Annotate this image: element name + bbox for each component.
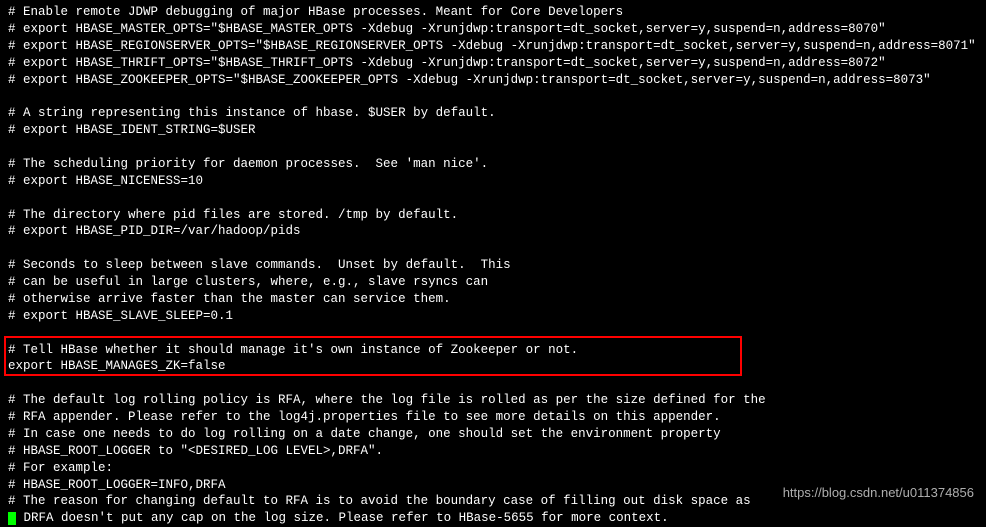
terminal-line: # HBASE_ROOT_LOGGER to "<DESIRED_LOG LEV…: [8, 443, 978, 460]
terminal-line: # In case one needs to do log rolling on…: [8, 426, 978, 443]
terminal-line: [8, 240, 978, 257]
terminal-line: # Tell HBase whether it should manage it…: [8, 342, 978, 359]
terminal-line: # can be useful in large clusters, where…: [8, 274, 978, 291]
terminal-line: # The scheduling priority for daemon pro…: [8, 156, 978, 173]
terminal-line: # export HBASE_SLAVE_SLEEP=0.1: [8, 308, 978, 325]
terminal-line: # Seconds to sleep between slave command…: [8, 257, 978, 274]
terminal-line: [8, 375, 978, 392]
terminal-line: [8, 190, 978, 207]
terminal-line: # otherwise arrive faster than the maste…: [8, 291, 978, 308]
terminal-line: # RFA appender. Please refer to the log4…: [8, 409, 978, 426]
terminal-line: # export HBASE_MASTER_OPTS="$HBASE_MASTE…: [8, 21, 978, 38]
terminal-line: # A string representing this instance of…: [8, 105, 978, 122]
terminal-line: # export HBASE_ZOOKEEPER_OPTS="$HBASE_ZO…: [8, 72, 978, 89]
terminal-line: DRFA doesn't put any cap on the log size…: [8, 510, 978, 527]
watermark-text: https://blog.csdn.net/u011374856: [783, 484, 974, 502]
terminal-line: # The directory where pid files are stor…: [8, 207, 978, 224]
terminal-line: # Enable remote JDWP debugging of major …: [8, 4, 978, 21]
terminal-line: [8, 139, 978, 156]
terminal-output: # Enable remote JDWP debugging of major …: [8, 4, 978, 527]
terminal-line: # export HBASE_IDENT_STRING=$USER: [8, 122, 978, 139]
terminal-line: # The default log rolling policy is RFA,…: [8, 392, 978, 409]
terminal-line: # For example:: [8, 460, 978, 477]
terminal-line: # export HBASE_PID_DIR=/var/hadoop/pids: [8, 223, 978, 240]
terminal-line: # export HBASE_THRIFT_OPTS="$HBASE_THRIF…: [8, 55, 978, 72]
terminal-line: # export HBASE_NICENESS=10: [8, 173, 978, 190]
terminal-line: [8, 325, 978, 342]
terminal-line: # export HBASE_REGIONSERVER_OPTS="$HBASE…: [8, 38, 978, 55]
cursor-icon: [8, 512, 16, 525]
terminal-line: export HBASE_MANAGES_ZK=false: [8, 358, 978, 375]
terminal-line: [8, 88, 978, 105]
